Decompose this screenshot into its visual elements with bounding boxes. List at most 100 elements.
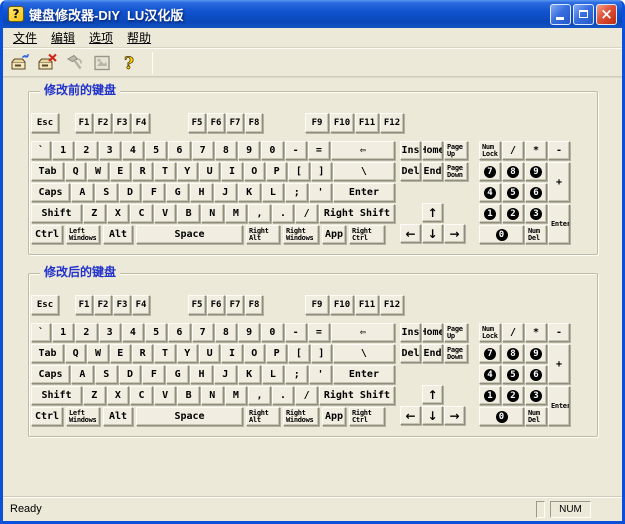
key-d[interactable]: D bbox=[119, 365, 142, 384]
key-9[interactable]: 9 bbox=[238, 141, 260, 160]
key-right-windows[interactable]: Right Windows bbox=[283, 407, 319, 426]
key-7[interactable]: 7 bbox=[192, 323, 214, 342]
key-home[interactable]: Home bbox=[422, 141, 443, 160]
key-left-windows[interactable]: Left Windows bbox=[66, 407, 100, 426]
key-f3[interactable]: F3 bbox=[113, 113, 131, 133]
key-comma[interactable]: , bbox=[248, 204, 271, 223]
key-numpad-7[interactable]: 7 bbox=[479, 162, 501, 181]
key-right-shift[interactable]: Right Shift bbox=[319, 204, 395, 223]
key-numpad-9[interactable]: 9 bbox=[525, 344, 547, 363]
key-o[interactable]: O bbox=[244, 162, 265, 181]
key-r[interactable]: R bbox=[132, 162, 153, 181]
key-m[interactable]: M bbox=[225, 386, 248, 405]
build-tool-button[interactable] bbox=[61, 50, 88, 75]
key-v[interactable]: V bbox=[154, 386, 177, 405]
key-app[interactable]: App bbox=[322, 407, 346, 426]
key-f1[interactable]: F1 bbox=[75, 113, 93, 133]
key-numpad-2[interactable]: 2 bbox=[502, 386, 524, 405]
key-n[interactable]: N bbox=[201, 204, 224, 223]
key-3[interactable]: 3 bbox=[99, 323, 121, 342]
key-f6[interactable]: F6 bbox=[207, 295, 225, 315]
key-f10[interactable]: F10 bbox=[330, 295, 354, 315]
key-r[interactable]: R bbox=[132, 344, 153, 363]
key-numpad-0[interactable]: 0 bbox=[479, 407, 524, 426]
key-x[interactable]: X bbox=[107, 386, 130, 405]
key-numpad-2[interactable]: 2 bbox=[502, 204, 524, 223]
key-f2[interactable]: F2 bbox=[94, 295, 112, 315]
key-f9[interactable]: F9 bbox=[305, 113, 329, 133]
key-alt[interactable]: Alt bbox=[103, 407, 133, 426]
key-3[interactable]: 3 bbox=[99, 141, 121, 160]
minimize-button[interactable] bbox=[550, 4, 571, 25]
key-8[interactable]: 8 bbox=[215, 141, 237, 160]
key-enter[interactable]: Enter bbox=[333, 183, 395, 202]
key-p[interactable]: P bbox=[266, 344, 287, 363]
key-numpad-5[interactable]: 5 bbox=[502, 365, 524, 384]
menu-help[interactable]: 帮助 bbox=[120, 27, 158, 48]
key-ins[interactable]: Ins bbox=[400, 323, 421, 342]
key-page-down[interactable]: Page Down bbox=[444, 162, 468, 181]
key-s[interactable]: S bbox=[95, 365, 118, 384]
key-minus[interactable]: - bbox=[285, 141, 307, 160]
key-numpad-num-del[interactable]: Num Del bbox=[525, 407, 547, 426]
preview-button[interactable] bbox=[88, 50, 115, 75]
menu-options[interactable]: 选项 bbox=[82, 27, 120, 48]
help-button[interactable]: ? bbox=[115, 50, 142, 75]
key-c[interactable]: C bbox=[130, 204, 153, 223]
key-4[interactable]: 4 bbox=[122, 141, 144, 160]
key-arrow-up[interactable]: ↑ bbox=[422, 385, 443, 404]
key-f[interactable]: F bbox=[142, 183, 165, 202]
key-f7[interactable]: F7 bbox=[226, 113, 244, 133]
key-8[interactable]: 8 bbox=[215, 323, 237, 342]
key-page-down[interactable]: Page Down bbox=[444, 344, 468, 363]
key-backslash[interactable]: \ bbox=[333, 162, 395, 181]
key-right-windows[interactable]: Right Windows bbox=[283, 225, 319, 244]
key-g[interactable]: G bbox=[166, 183, 189, 202]
key-w[interactable]: W bbox=[87, 162, 108, 181]
key-numpad-asterisk[interactable]: * bbox=[525, 323, 547, 342]
key-semicolon[interactable]: ; bbox=[285, 183, 308, 202]
key-f1[interactable]: F1 bbox=[75, 295, 93, 315]
close-button[interactable]: × bbox=[596, 4, 617, 25]
key-b[interactable]: B bbox=[177, 386, 200, 405]
key-right-alt[interactable]: Right Alt bbox=[246, 225, 280, 244]
key-2[interactable]: 2 bbox=[75, 141, 97, 160]
key-caps[interactable]: Caps bbox=[31, 183, 70, 202]
key-tab[interactable]: Tab bbox=[31, 344, 64, 363]
key-arrow-left[interactable]: ← bbox=[400, 224, 421, 243]
key-7[interactable]: 7 bbox=[192, 141, 214, 160]
key-q[interactable]: Q bbox=[65, 162, 86, 181]
key-numpad-8[interactable]: 8 bbox=[502, 344, 524, 363]
key-h[interactable]: H bbox=[190, 365, 213, 384]
key-numpad-asterisk[interactable]: * bbox=[525, 141, 547, 160]
key-0[interactable]: 0 bbox=[261, 323, 283, 342]
key-numpad-plus[interactable]: + bbox=[548, 162, 570, 202]
key-b[interactable]: B bbox=[177, 204, 200, 223]
key-f11[interactable]: F11 bbox=[355, 295, 379, 315]
key-i[interactable]: I bbox=[221, 344, 242, 363]
key-w[interactable]: W bbox=[87, 344, 108, 363]
key-t[interactable]: T bbox=[154, 162, 175, 181]
key-backtick[interactable]: ` bbox=[31, 141, 51, 160]
key-f5[interactable]: F5 bbox=[188, 295, 206, 315]
key-m[interactable]: M bbox=[225, 204, 248, 223]
key-semicolon[interactable]: ; bbox=[285, 365, 308, 384]
key-ctrl[interactable]: Ctrl bbox=[31, 225, 63, 244]
delete-layout-button[interactable] bbox=[34, 50, 61, 75]
key-g[interactable]: G bbox=[166, 365, 189, 384]
menu-file[interactable]: 文件 bbox=[6, 27, 44, 48]
key-home[interactable]: Home bbox=[422, 323, 443, 342]
key-t[interactable]: T bbox=[154, 344, 175, 363]
key-numpad-0[interactable]: 0 bbox=[479, 225, 524, 244]
key-alt[interactable]: Alt bbox=[103, 225, 133, 244]
key-f6[interactable]: F6 bbox=[207, 113, 225, 133]
key-numpad-4[interactable]: 4 bbox=[479, 365, 501, 384]
key-numpad-slash[interactable]: / bbox=[502, 323, 524, 342]
key-esc[interactable]: Esc bbox=[31, 113, 59, 133]
key-e[interactable]: E bbox=[110, 344, 131, 363]
key-right-alt[interactable]: Right Alt bbox=[246, 407, 280, 426]
key-f2[interactable]: F2 bbox=[94, 113, 112, 133]
key-enter[interactable]: Enter bbox=[333, 365, 395, 384]
key-y[interactable]: Y bbox=[177, 162, 198, 181]
key-f11[interactable]: F11 bbox=[355, 113, 379, 133]
